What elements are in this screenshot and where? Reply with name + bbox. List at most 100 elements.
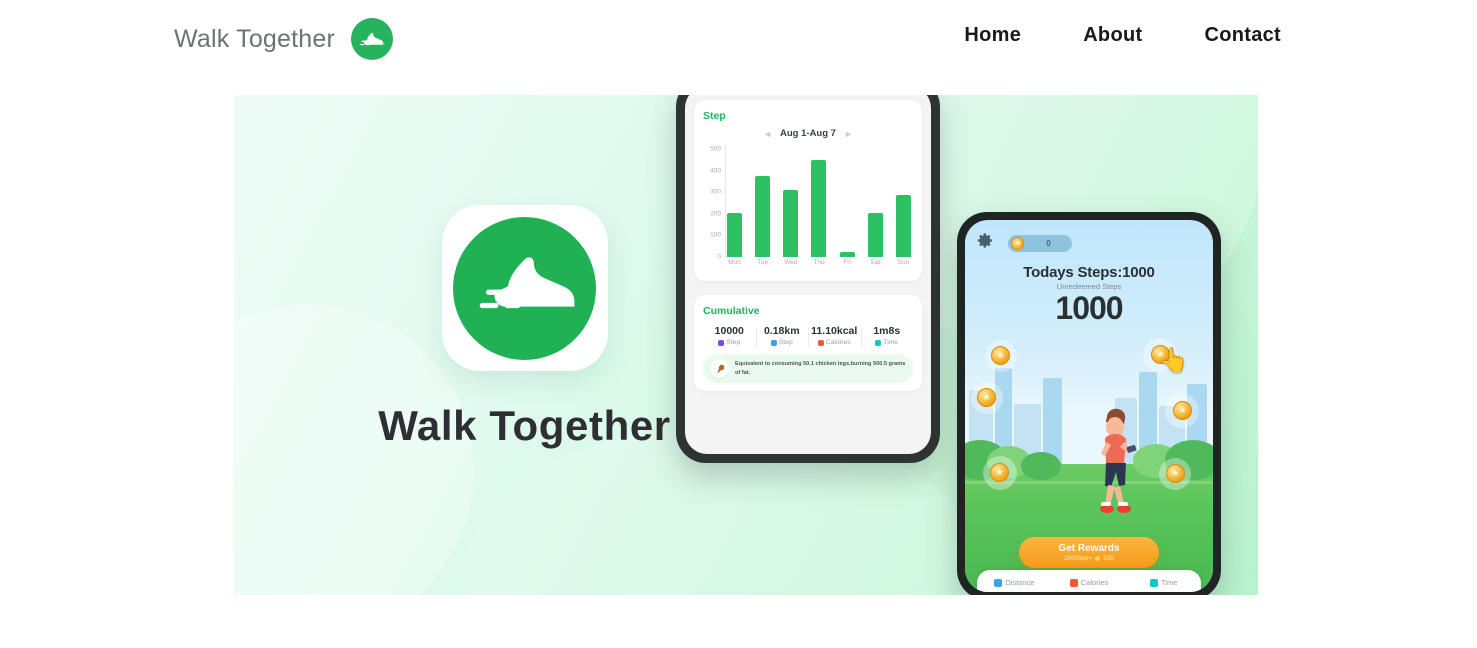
coin-badge[interactable]: 0 [1008, 234, 1072, 252]
nav-link-about[interactable]: About [1052, 24, 1173, 47]
chart-bars [727, 145, 911, 257]
navigation-icon [994, 578, 1003, 587]
chart-x-tick: Sun [897, 259, 910, 266]
bottom-stat: Distance 0.75km [977, 578, 1052, 592]
chart-bar [727, 212, 742, 257]
hand-pointer-icon: 👆 [1159, 347, 1189, 374]
phone-one-screen: Step ◄ Aug 1-Aug 7 ► 500 400 300 200 100 0 Mo… [685, 95, 931, 454]
phone-mockup-stats: Step ◄ Aug 1-Aug 7 ► 500 400 300 200 100 0 Mo… [676, 95, 940, 463]
coin-count: 0 [1046, 238, 1051, 248]
app-icon-tile [441, 205, 608, 371]
bottom-stat-label: Distance [1005, 578, 1035, 587]
coin-icon[interactable]: ★ [990, 463, 1009, 482]
shoe-icon [453, 216, 596, 360]
chart-axis-line [725, 145, 726, 257]
bottom-stat-head: Calories [1052, 578, 1127, 587]
chart-y-tick: 100 [710, 231, 721, 239]
step-card: Step ◄ Aug 1-Aug 7 ► 500 400 300 200 100 0 Mo… [694, 100, 922, 281]
chart-x-tick: Tue [757, 259, 769, 266]
coin-icon[interactable]: ★ [977, 388, 996, 407]
get-rewards-sub-prefix: 200Step= [1064, 555, 1093, 562]
bottom-stat-value: 68kcal [1052, 590, 1127, 592]
chart-y-tick: 0 [717, 253, 721, 261]
cumulative-stat-label: Step [756, 339, 809, 346]
chart-bar [867, 212, 883, 257]
date-range-selector[interactable]: ◄ Aug 1-Aug 7 ► [703, 128, 913, 139]
chart-y-axis: 500 400 300 200 100 0 [703, 145, 725, 261]
cumulative-stat-label-text: Time [883, 339, 899, 346]
coin-icon [1094, 555, 1102, 562]
step-bar-chart: 500 400 300 200 100 0 Mon Tue Wed Thu Fri Sat Sun [703, 145, 913, 273]
clock-icon [875, 339, 882, 346]
game-topbar: 0 [977, 232, 1201, 254]
main-nav: Home About Contact [933, 24, 1312, 47]
cumulative-stat-label: Step [703, 339, 756, 346]
chart-bar [783, 190, 799, 257]
clock-icon [1149, 578, 1158, 587]
chevron-left-icon[interactable]: ◄ [763, 129, 772, 139]
bottom-stats-bar: Distance 0.75km Calories 68kcal Time 12m00s [977, 570, 1201, 592]
navigation-icon [770, 339, 777, 346]
cumulative-stat-value: 10000 [714, 325, 744, 337]
hero-panel: Walk Together Step ◄ Aug 1-Aug 7 ► 500 40… [234, 95, 1258, 595]
chart-bar [839, 251, 855, 257]
bottom-stat: Calories 68kcal [1052, 578, 1127, 592]
nav-link-contact[interactable]: Contact [1173, 24, 1312, 47]
cumulative-stat-label-text: Step [778, 339, 793, 346]
equivalent-note: Equivalent to consuming 50.1 chicken leg… [703, 354, 913, 383]
fire-icon [1069, 578, 1078, 587]
cumulative-stat: 11.10kcal Calories [808, 325, 861, 348]
equivalent-note-text: Equivalent to consuming 50.1 chicken leg… [735, 361, 906, 376]
bottom-stat-label: Time [1160, 578, 1178, 587]
chart-x-tick: Mon [728, 259, 741, 266]
cumulative-stat-label: Time [861, 339, 914, 346]
brand-name: Walk Together [174, 24, 336, 53]
cumulative-stat-value: 1m8s [873, 325, 901, 337]
cumulative-card-title: Cumulative [703, 305, 760, 317]
get-rewards-label: Get Rewards [1058, 543, 1120, 554]
chart-y-tick: 300 [710, 188, 721, 196]
steps-block: Todays Steps:1000 Unredeemed Steps 1000 [965, 264, 1213, 324]
cumulative-stat: 10000 Step [703, 325, 756, 346]
bush [1021, 452, 1061, 480]
hero-branding: Walk Together [342, 205, 707, 450]
bottom-stat-head: Distance [977, 578, 1052, 587]
cumulative-stat-label-text: Step [726, 339, 741, 346]
gear-icon[interactable] [977, 232, 994, 254]
chevron-right-icon[interactable]: ► [844, 129, 853, 139]
footsteps-icon [718, 339, 725, 346]
cumulative-stats: 10000 Step 0.18km Step 11.10kcal Calories 1m8s… [703, 325, 914, 348]
unredeemed-steps-value: 1000 [1055, 290, 1123, 326]
todays-steps-label: Todays Steps:1000 [1023, 264, 1155, 281]
chart-x-tick: Thu [813, 259, 825, 266]
coin-icon[interactable]: ★ [991, 346, 1010, 365]
cumulative-stat: 0.18km Step [755, 325, 809, 348]
date-range-label: Aug 1-Aug 7 [780, 128, 836, 139]
cumulative-stat: 1m8s Time [860, 325, 914, 348]
coin-icon[interactable]: ★ [1166, 464, 1185, 483]
coin-icon[interactable]: ★ [1173, 401, 1192, 420]
get-rewards-button[interactable]: Get Rewards 200Step= 100 [1019, 537, 1159, 568]
brand[interactable]: Walk Together [174, 18, 394, 60]
chart-x-tick: Fri [843, 259, 851, 266]
cumulative-stat-value: 11.10kcal [811, 325, 858, 337]
fire-icon [817, 339, 824, 346]
chart-x-tick: Wed [784, 259, 798, 266]
bottom-stat-value: 12m00s [1126, 590, 1201, 592]
nav-link-home[interactable]: Home [933, 24, 1052, 47]
site-header: Walk Together Home About Contact [0, 0, 1477, 78]
bottom-stat: Time 12m00s [1126, 578, 1201, 592]
phone-two-screen: 0 Todays Steps:1000 Unredeemed Steps 100… [965, 220, 1213, 592]
phone-mockup-game: 0 Todays Steps:1000 Unredeemed Steps 100… [957, 212, 1221, 595]
get-rewards-sub-amount: 100 [1103, 555, 1114, 562]
bottom-stat-head: Time [1126, 578, 1201, 587]
walking-character [1100, 408, 1137, 513]
bottom-stat-value: 0.75km [977, 590, 1052, 592]
get-rewards-sub: 200Step= 100 [1064, 555, 1114, 562]
bottom-stat-label: Calories [1080, 578, 1109, 587]
chart-y-tick: 500 [710, 145, 721, 153]
chart-x-axis: Mon Tue Wed Thu Fri Sat Sun [727, 259, 911, 266]
shoe-icon [351, 18, 394, 60]
chart-bar [895, 194, 911, 257]
bottom-stat-value2: 00 [1165, 590, 1184, 592]
